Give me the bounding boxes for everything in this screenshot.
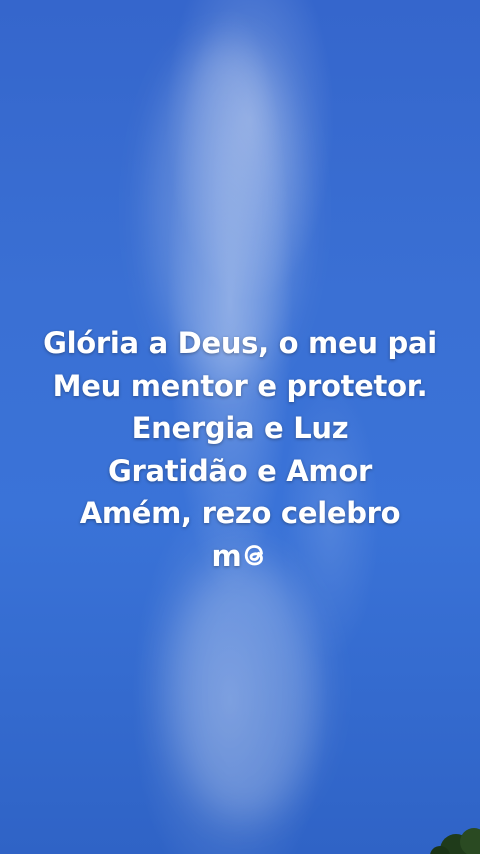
- caption-line: Meu mentor e protetor.: [52, 368, 428, 403]
- story-caption: Glória a Deus, o meu pai Meu mentor e pr…: [0, 322, 480, 577]
- caption-line: Gratidão e Amor: [108, 453, 372, 488]
- caption-line: m: [211, 538, 242, 573]
- story-screen: Glória a Deus, o meu pai Meu mentor e pr…: [0, 0, 480, 854]
- cloud-streak: [170, 560, 320, 820]
- caption-line: Amém, rezo celebro: [79, 496, 401, 530]
- tree-foliage: [430, 828, 480, 854]
- threads-icon: [245, 544, 264, 565]
- caption-line: Glória a Deus, o meu pai: [43, 326, 437, 360]
- caption-line: Energia e Luz: [131, 411, 349, 445]
- caption-last-line: m: [0, 535, 480, 578]
